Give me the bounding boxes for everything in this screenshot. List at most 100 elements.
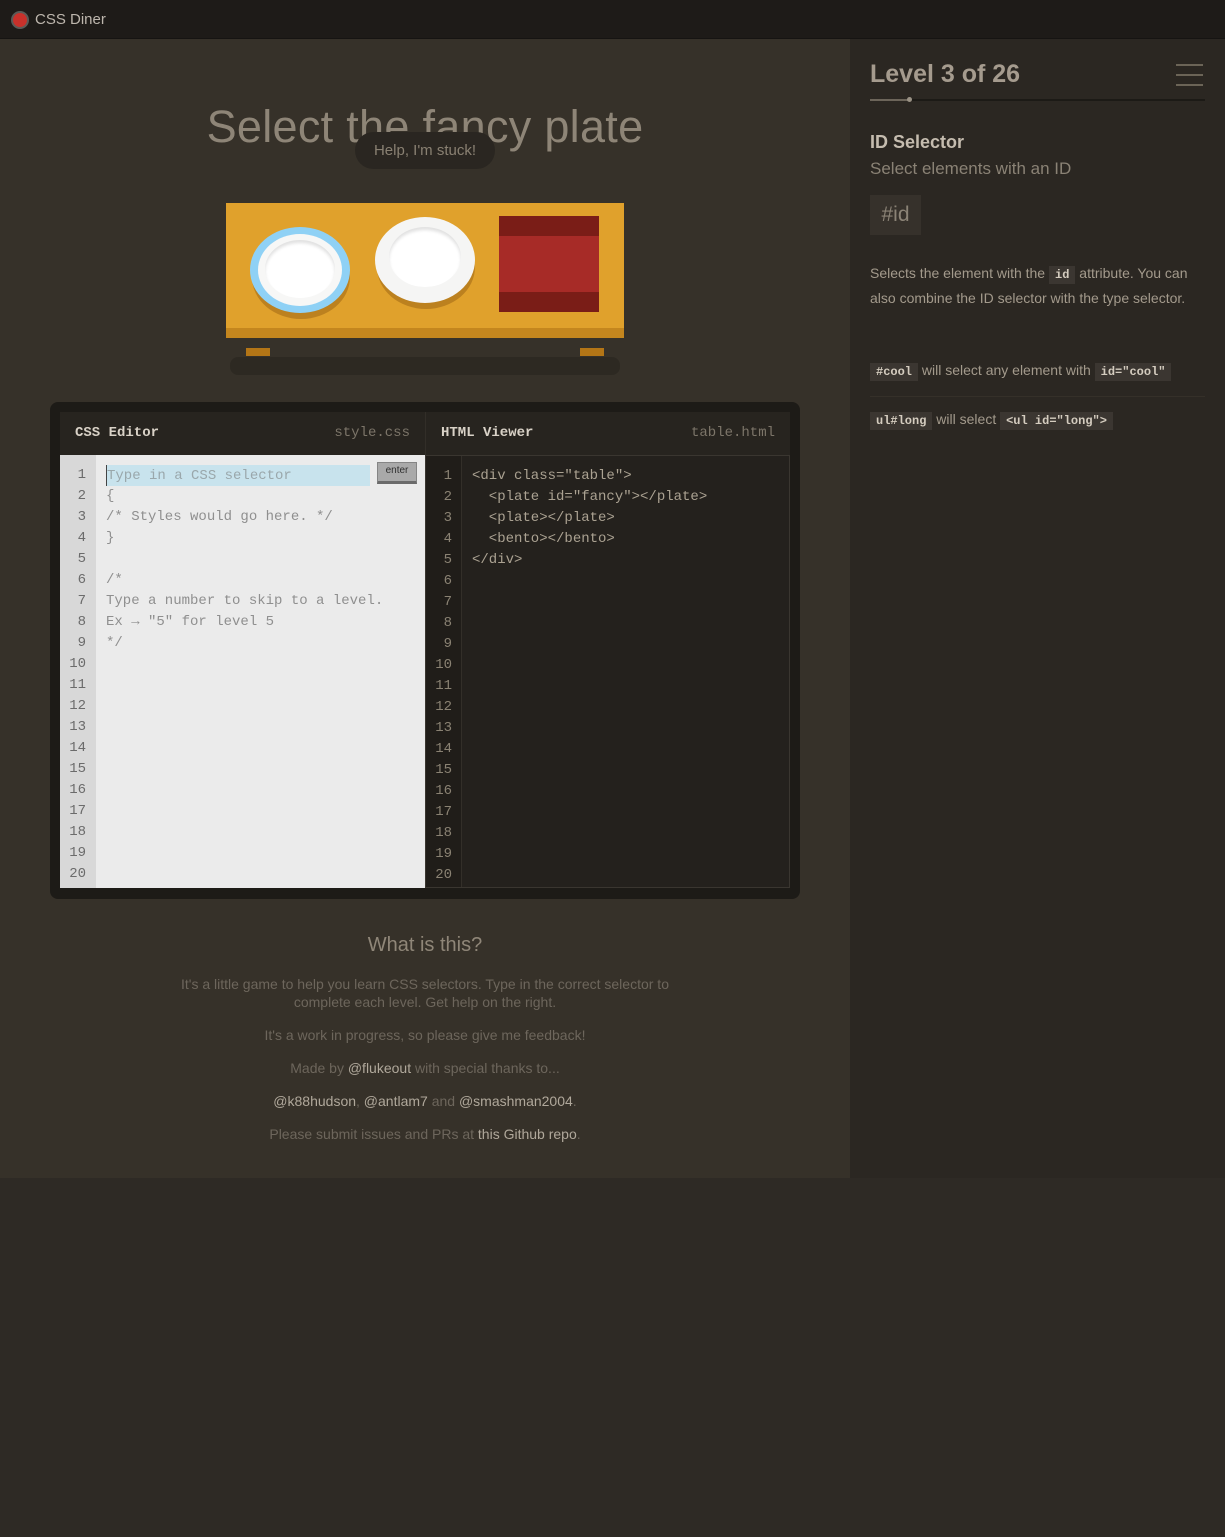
thanks-sep-2: and	[427, 1093, 459, 1109]
html-line-number: 1	[443, 468, 452, 484]
css-line-gutter: 1 2 3 4 5 6 7 8 9 10 11 12 13 14 15 16 17 18 19 20	[60, 455, 96, 888]
css-line-number: 4	[77, 530, 86, 546]
html-code-line[interactable]: </div>	[472, 550, 522, 571]
example-1-text: will select any element with	[918, 362, 1095, 378]
example-divider	[870, 396, 1205, 397]
top-bar: CSS Diner	[0, 0, 1225, 39]
css-code-line: Ex → "5" for level 5	[106, 614, 275, 630]
css-line-number: 17	[69, 803, 86, 819]
level-progress-bar	[870, 97, 1205, 102]
example-1: #cool will select any element with id="c…	[870, 359, 1205, 383]
table-leg-left	[246, 348, 270, 356]
plain-plate[interactable]	[375, 217, 475, 309]
html-line-number: 4	[443, 531, 452, 547]
html-line-gutter: 1 2 3 4 5 6 7 8 9 10 11 12 13 14 15 16 17 18 19 20	[426, 456, 462, 887]
html-code-line[interactable]: <bento></bento>	[472, 529, 615, 550]
progress-marker	[906, 97, 912, 102]
css-line-number: 5	[77, 551, 86, 567]
css-code-line: /* Styles would go here. */	[106, 509, 333, 525]
html-viewer-header: HTML Viewer table.html	[425, 412, 790, 455]
html-line-number: 2	[443, 489, 452, 505]
html-line-number: 17	[435, 804, 452, 820]
k88hudson-link[interactable]: @k88hudson	[273, 1093, 356, 1109]
smashman2004-link[interactable]: @smashman2004	[459, 1093, 573, 1109]
example-1-selector: #cool	[870, 363, 919, 381]
logo-icon	[11, 11, 29, 29]
main-area: Select the fancy plate Help, I'm stuck! …	[0, 39, 850, 1178]
html-line-number: 6	[443, 573, 452, 589]
editor-window: CSS Editor style.css HTML Viewer table.h…	[50, 402, 800, 899]
html-line-number: 14	[435, 741, 452, 757]
css-code-line: /*	[106, 572, 123, 588]
about-repo: Please submit issues and PRs at this Git…	[175, 1125, 675, 1143]
repo-end: .	[576, 1126, 581, 1142]
about-credits: Made by @flukeout with special thanks to…	[175, 1059, 675, 1077]
css-filename: style.css	[334, 425, 410, 441]
about-description: It's a little game to help you learn CSS…	[181, 976, 669, 1010]
thanks-sep-1: ,	[356, 1093, 364, 1109]
thanks-end: .	[572, 1093, 577, 1109]
css-line-number: 11	[69, 677, 86, 693]
html-line-number: 3	[443, 510, 452, 526]
bento-box[interactable]	[499, 216, 599, 312]
css-line-number: 7	[77, 593, 86, 609]
html-line-number: 15	[435, 762, 452, 778]
css-line-number: 2	[77, 488, 86, 504]
html-line-number: 12	[435, 699, 452, 715]
github-repo-link[interactable]: this Github repo	[478, 1126, 577, 1142]
css-line-number: 8	[77, 614, 86, 630]
flukeout-link[interactable]: @flukeout	[348, 1060, 411, 1076]
html-code-line[interactable]: <plate></plate>	[472, 508, 615, 529]
css-code-line: {	[106, 488, 115, 504]
html-line-number: 16	[435, 783, 452, 799]
html-code-line[interactable]: <div class="table">	[472, 466, 632, 487]
hint-code: id	[1049, 266, 1076, 284]
about-feedback: It's a work in progress, so please give …	[264, 1027, 586, 1043]
hamburger-menu-icon[interactable]	[1176, 64, 1203, 86]
app-title: CSS Diner	[35, 11, 106, 28]
html-line-number: 19	[435, 846, 452, 862]
table-leg-right	[580, 348, 604, 356]
html-line-number: 20	[435, 867, 452, 883]
css-editor-header: CSS Editor style.css	[60, 412, 425, 455]
html-code-line[interactable]: <plate id="fancy"></plate>	[472, 487, 707, 508]
selector-title: Select elements with an ID	[870, 159, 1072, 178]
css-line-number: 16	[69, 782, 86, 798]
css-line-number: 10	[69, 656, 86, 672]
css-line-number: 13	[69, 719, 86, 735]
about-heading: What is this?	[367, 934, 483, 956]
example-1-target: id="cool"	[1094, 363, 1172, 381]
help-button[interactable]: Help, I'm stuck!	[355, 132, 495, 169]
enter-button[interactable]: enter	[377, 462, 417, 484]
css-line-number: 3	[77, 509, 86, 525]
css-editor: 1234567891011121314151617181920 enter {/…	[60, 455, 425, 888]
css-line-number: 18	[69, 824, 86, 840]
css-editor-title: CSS Editor	[75, 425, 160, 441]
css-selector-input[interactable]	[106, 465, 370, 486]
antlam7-link[interactable]: @antlam7	[364, 1093, 428, 1109]
level-title: Level 3 of 26	[870, 60, 1021, 88]
dining-table	[226, 203, 624, 385]
css-line-number: 15	[69, 761, 86, 777]
css-line-number: 9	[77, 635, 86, 651]
html-line-number: 13	[435, 720, 452, 736]
html-line-number: 7	[443, 594, 452, 610]
css-line-number: 6	[77, 572, 86, 588]
html-line-number: 18	[435, 825, 452, 841]
example-2-target: <ul id="long">	[1000, 412, 1113, 430]
page-background	[0, 1178, 1225, 1537]
css-line-number: 1	[77, 467, 86, 483]
css-line-number: 19	[69, 845, 86, 861]
about-thanks: @k88hudson, @antlam7 and @smashman2004.	[175, 1092, 675, 1110]
css-line-number: 14	[69, 740, 86, 756]
example-2: ul#long will select <ul id="long">	[870, 408, 1205, 432]
html-line-number: 9	[443, 636, 452, 652]
css-code-line: Type a number to skip to a level.	[106, 593, 384, 609]
html-viewer-title: HTML Viewer	[441, 425, 534, 441]
css-code-line: }	[106, 530, 115, 546]
table-shadow	[230, 357, 620, 375]
html-line-number: 11	[435, 678, 452, 694]
fancy-plate[interactable]	[250, 227, 350, 319]
hint-text-pre: Selects the element with the	[870, 265, 1049, 281]
progress-fill	[870, 99, 909, 101]
